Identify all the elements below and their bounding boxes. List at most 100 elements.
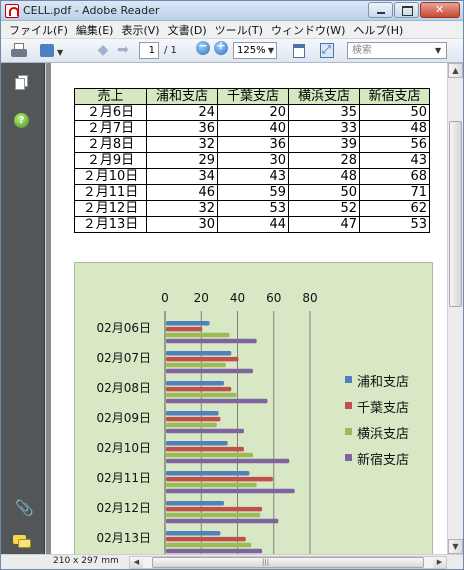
table-cell: 44 [217,216,289,233]
table-cell: 32 [146,200,218,217]
bar [166,536,246,542]
print-icon[interactable] [9,42,29,60]
y-category-label: 02月12日 [96,501,151,515]
menu-window[interactable]: ウィンドウ(W) [267,22,349,38]
bar [166,386,232,392]
x-tick-label: 80 [302,291,317,305]
bar [166,356,239,362]
legend-label: 浦和支店 [357,375,410,390]
title-bar: CELL.pdf - Adobe Reader [1,1,463,21]
bar [166,338,257,344]
bar [166,531,221,536]
next-page-icon[interactable]: ➡ [115,42,131,60]
fit-page-icon[interactable] [291,42,307,60]
bar [166,321,210,326]
table-cell: 52 [288,200,360,217]
row-label: ２月13日 [74,216,147,233]
legend-swatch [345,454,352,461]
bar [166,476,273,482]
bar [166,441,228,446]
table-header-cell: 売上 [74,88,147,105]
bar [166,501,224,506]
bar-chart: 0 20 40 60 80 02月06日 02月07日 02月08日 02月09日 02月10日 0… [74,262,433,554]
legend-swatch [345,428,352,435]
scroll-down-icon[interactable]: ▼ [448,539,463,554]
table-cell: 68 [359,168,430,185]
y-category-label: 02月11日 [96,471,151,485]
x-tick-label: 0 [161,291,169,305]
table-cell: 48 [288,168,360,185]
zoom-out-icon[interactable]: − [196,39,210,55]
menu-file[interactable]: ファイル(F) [5,22,72,38]
attachments-icon[interactable]: 📎 [15,499,34,517]
table-cell: 50 [288,184,360,201]
table-cell: 53 [217,200,289,217]
search-input[interactable]: 検索 [347,42,447,59]
table-cell: 50 [359,104,430,121]
table-cell: 33 [288,120,360,137]
legend-swatch [345,376,352,383]
table-row: ２月13日 30 44 47 53 [74,216,430,233]
bar [166,542,252,548]
menu-tools[interactable]: ツール(T) [211,22,267,38]
table-cell: 71 [359,184,430,201]
table-cell: 32 [146,136,218,153]
table-cell: 47 [288,216,360,233]
menu-view[interactable]: 表示(V) [117,22,163,38]
zoom-in-icon[interactable]: + [214,39,228,55]
bar [166,446,244,452]
table-cell: 43 [359,152,430,169]
table-cell: 56 [359,136,430,153]
share-icon[interactable]: ▼ [39,42,67,60]
menu-help[interactable]: ヘルプ(H) [349,22,407,38]
horizontal-scrollbar[interactable]: ◀ ||| ▶ [129,556,447,569]
search-options-icon[interactable]: ▼ [435,46,441,55]
sales-table: 売上 浦和支店 千葉支店 横浜支店 新宿支店 ２月6日 24 20 35 50 … [74,88,430,233]
page-number-input[interactable]: 1 [139,42,159,59]
table-cell: 20 [217,104,289,121]
help-icon[interactable]: ? [14,113,29,128]
previous-page-icon[interactable]: ◆ [95,42,111,60]
bar [166,452,253,458]
vertical-scrollbar[interactable]: ▲ ▼ [447,63,463,554]
table-row: ２月8日 32 36 39 56 [74,136,430,153]
table-row: ２月11日 46 59 50 71 [74,184,430,201]
close-button[interactable] [420,2,460,18]
bar [166,326,203,332]
minimize-button[interactable] [368,2,393,18]
pages-icon[interactable] [15,75,29,91]
table-header-cell: 横浜支店 [288,88,360,105]
maximize-button[interactable] [394,2,419,18]
row-label: ２月9日 [74,152,147,169]
table-cell: 30 [146,216,218,233]
x-tick-label: 40 [230,291,245,305]
bar [166,332,230,338]
bar [166,416,221,422]
x-tick-label: 60 [266,291,281,305]
zoom-select[interactable]: 125% ▼ [233,42,277,59]
y-category-label: 02月13日 [96,531,151,545]
table-cell: 24 [146,104,218,121]
page-total: / 1 [164,45,177,56]
menu-bar: ファイル(F) 編集(E) 表示(V) 文書(D) ツール(T) ウィンドウ(W… [1,21,463,39]
scroll-right-icon[interactable]: ▶ [433,557,446,568]
bar [166,471,250,476]
document-area[interactable]: 売上 浦和支店 千葉支店 横浜支店 新宿支店 ２月6日 24 20 35 50 … [46,63,447,554]
legend-label: 横浜支店 [357,427,410,442]
scroll-up-icon[interactable]: ▲ [448,63,463,78]
full-screen-icon[interactable] [319,42,335,60]
scroll-left-icon[interactable]: ◀ [130,557,143,568]
menu-document[interactable]: 文書(D) [164,22,211,38]
row-label: ２月12日 [74,200,147,217]
vertical-scroll-thumb[interactable] [449,121,462,307]
y-category-label: 02月10日 [96,441,151,455]
comments-icon[interactable] [13,535,31,549]
scroll-grip-icon: ||| [262,558,270,566]
horizontal-scroll-thumb[interactable] [152,557,424,568]
menu-edit[interactable]: 編集(E) [72,22,118,38]
table-cell: 36 [217,136,289,153]
adobe-reader-icon [5,4,19,18]
row-label: ２月8日 [74,136,147,153]
row-label: ２月11日 [74,184,147,201]
table-cell: 39 [288,136,360,153]
